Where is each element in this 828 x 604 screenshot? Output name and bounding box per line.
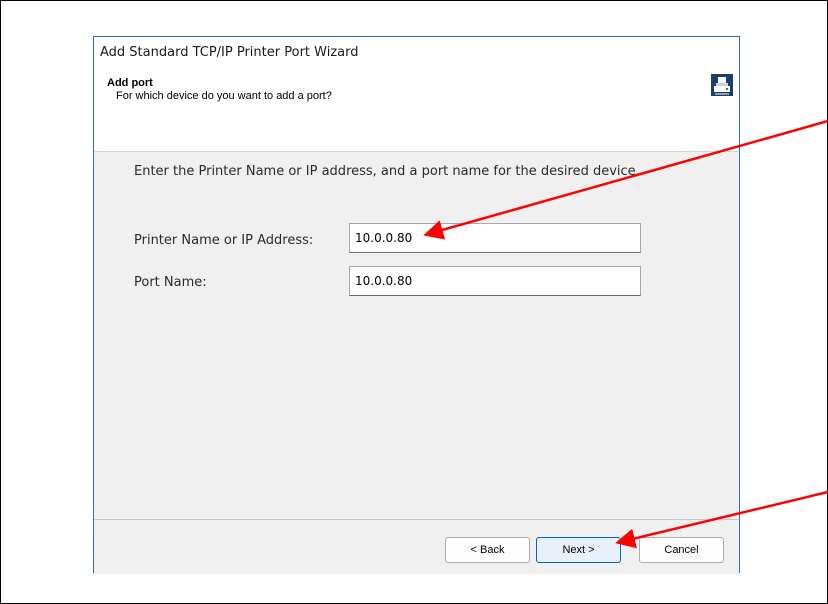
- annotation-arrow-to-next-button: [615, 490, 828, 549]
- annotation-layer: [423, 119, 828, 549]
- annotation-arrow-to-ip-field: [423, 119, 828, 240]
